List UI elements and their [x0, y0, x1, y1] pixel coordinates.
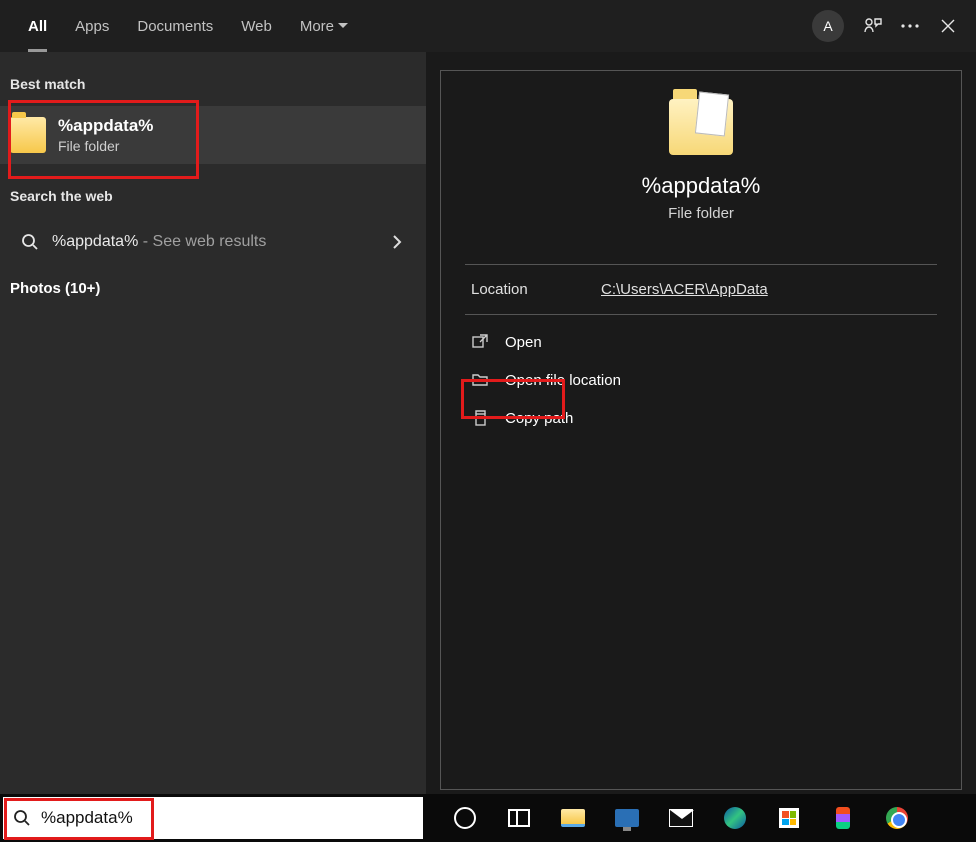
edge-icon[interactable] [721, 804, 749, 832]
close-button[interactable] [938, 16, 958, 36]
preview-subtitle: File folder [668, 205, 734, 222]
preview-title: %appdata% [642, 173, 761, 199]
location-label: Location [471, 281, 601, 298]
copy-icon [471, 409, 489, 427]
figma-icon[interactable] [829, 804, 857, 832]
tab-all[interactable]: All [14, 0, 61, 52]
result-text: %appdata% File folder [58, 116, 153, 154]
preview-card: %appdata% File folder Location C:\Users\… [440, 70, 962, 790]
best-match-header: Best match [0, 52, 426, 106]
web-result-text: %appdata% - See web results [52, 233, 266, 251]
preview-actions: Open Open file location Copy path [441, 315, 961, 445]
open-label: Open [505, 334, 542, 351]
avatar-letter: A [823, 18, 832, 34]
task-view-icon[interactable] [505, 804, 533, 832]
tab-web[interactable]: Web [227, 0, 286, 52]
taskbar [0, 794, 976, 842]
search-icon [20, 232, 40, 252]
web-result-row[interactable]: %appdata% - See web results [0, 218, 426, 266]
photos-header[interactable]: Photos (10+) [0, 266, 426, 311]
chevron-down-icon [338, 23, 348, 29]
location-value[interactable]: C:\Users\ACER\AppData [601, 281, 768, 298]
search-icon [13, 809, 31, 827]
open-file-location-action[interactable]: Open file location [459, 361, 943, 399]
preview-header: %appdata% File folder [441, 71, 961, 242]
folder-icon [10, 117, 46, 153]
web-term: %appdata% [52, 233, 138, 250]
result-subtitle: File folder [58, 138, 153, 154]
copy-path-action[interactable]: Copy path [459, 399, 943, 437]
tab-apps[interactable]: Apps [61, 0, 123, 52]
chevron-right-icon [393, 235, 406, 249]
file-explorer-icon[interactable] [559, 804, 587, 832]
chrome-icon[interactable] [883, 804, 911, 832]
monitor-app-icon[interactable] [613, 804, 641, 832]
search-web-header: Search the web [0, 164, 426, 218]
user-avatar[interactable]: A [812, 10, 844, 42]
folder-icon [669, 99, 733, 155]
mail-icon[interactable] [667, 804, 695, 832]
tab-more-label: More [300, 18, 334, 35]
location-row: Location C:\Users\ACER\AppData [441, 265, 961, 314]
best-match-result[interactable]: %appdata% File folder [0, 106, 426, 164]
more-options-icon[interactable] [900, 16, 920, 36]
taskbar-icons [423, 804, 911, 832]
copy-path-label: Copy path [505, 410, 573, 427]
open-location-label: Open file location [505, 372, 621, 389]
preview-pane: %appdata% File folder Location C:\Users\… [426, 0, 976, 794]
cortana-icon[interactable] [451, 804, 479, 832]
tab-more[interactable]: More [286, 0, 362, 52]
microsoft-store-icon[interactable] [775, 804, 803, 832]
header-actions: A [812, 10, 968, 42]
feedback-icon[interactable] [862, 16, 882, 36]
filter-tabs: All Apps Documents Web More [14, 0, 362, 52]
results-pane: Best match %appdata% File folder Search … [0, 0, 426, 794]
open-action[interactable]: Open [459, 323, 943, 361]
result-title: %appdata% [58, 116, 153, 136]
search-header: All Apps Documents Web More A [0, 0, 976, 52]
folder-location-icon [471, 371, 489, 389]
web-suffix: - See web results [138, 233, 266, 250]
taskbar-search[interactable] [3, 797, 423, 839]
search-input[interactable] [41, 808, 413, 828]
tab-documents[interactable]: Documents [123, 0, 227, 52]
open-icon [471, 333, 489, 351]
